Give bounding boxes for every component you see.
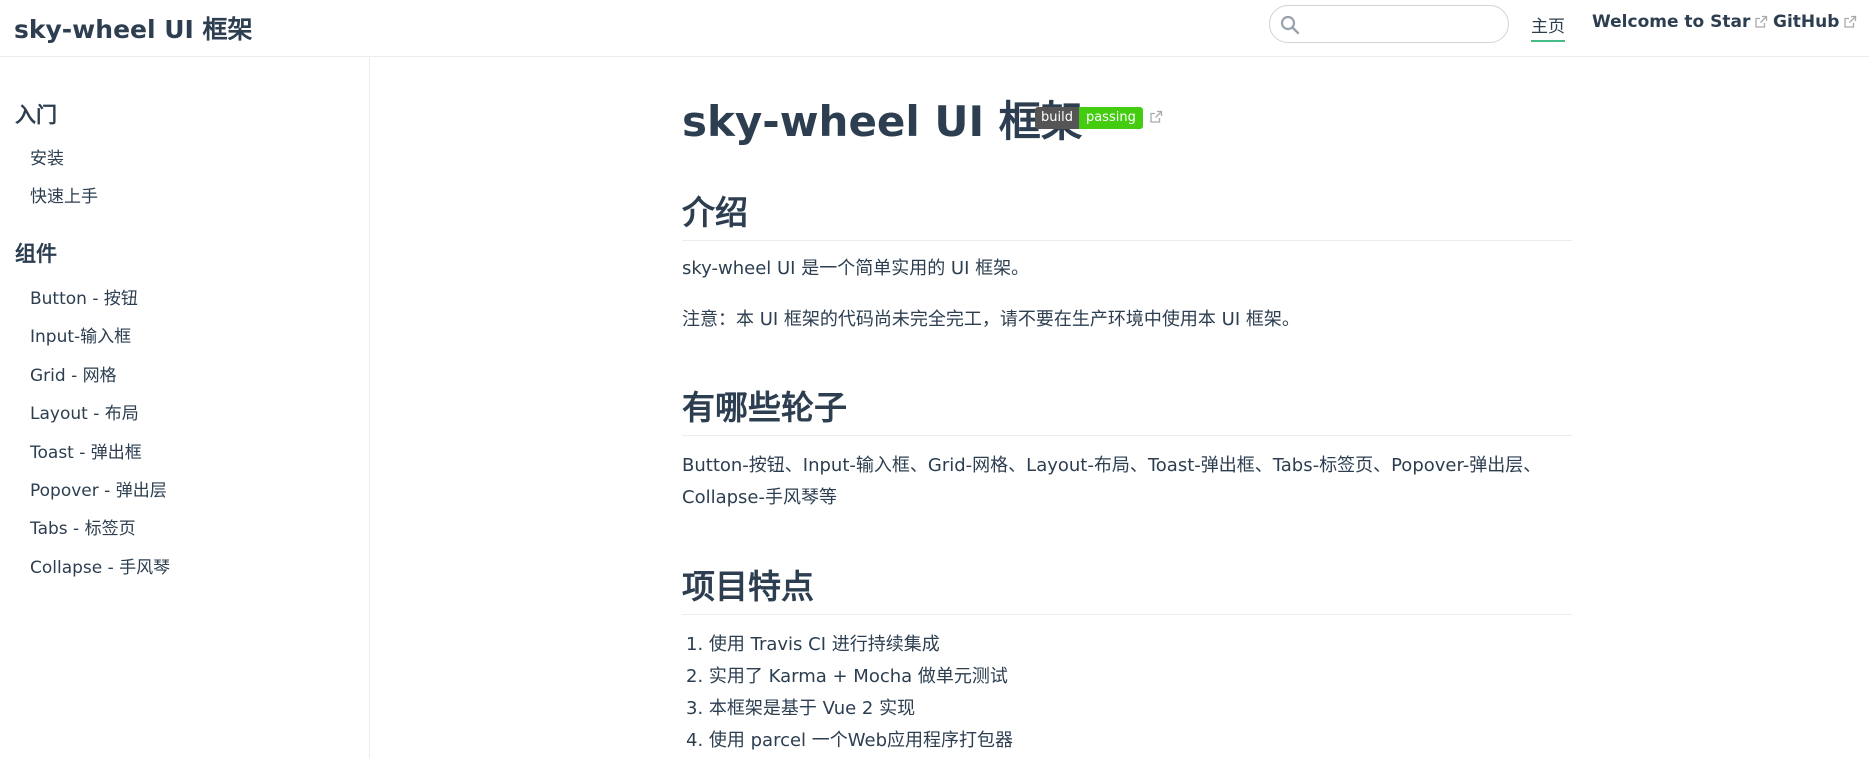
- search-box[interactable]: [1269, 5, 1509, 43]
- sidebar-item-popover[interactable]: Popover - 弹出层: [30, 476, 167, 501]
- sidebar-item-grid[interactable]: Grid - 网格: [30, 361, 117, 386]
- list-item: 3. 本框架是基于 Vue 2 实现: [686, 698, 916, 719]
- list-item: 1. 使用 Travis CI 进行持续集成: [686, 634, 940, 655]
- search-input[interactable]: [1304, 8, 1504, 42]
- sidebar-item-collapse[interactable]: Collapse - 手风琴: [30, 553, 170, 578]
- site-name[interactable]: sky-wheel UI 框架: [14, 10, 253, 46]
- sidebar-item-tabs[interactable]: Tabs - 标签页: [30, 514, 136, 539]
- sidebar-item-toast[interactable]: Toast - 弹出框: [30, 438, 142, 463]
- sidebar-group-getting-started[interactable]: 入门: [15, 99, 57, 129]
- list-item: 4. 使用 parcel 一个Web应用程序打包器: [686, 730, 1014, 751]
- sidebar-item-input[interactable]: Input-输入框: [30, 322, 131, 347]
- wheels-paragraph: Button-按钮、Input-输入框、Grid-网格、Layout-布局、To…: [682, 455, 1542, 508]
- nav-link-welcome-to-star[interactable]: Welcome to Star: [1592, 12, 1768, 32]
- nav-link-home[interactable]: 主页: [1531, 12, 1565, 42]
- sidebar: 入门 安装 快速上手 组件 Button - 按钮 Input-输入框 Grid…: [0, 57, 370, 758]
- badge-status: passing: [1078, 107, 1143, 129]
- sidebar-group-components[interactable]: 组件: [15, 238, 57, 268]
- intro-paragraph: sky-wheel UI 是一个简单实用的 UI 框架。: [682, 258, 1030, 279]
- search-icon: [1280, 15, 1300, 35]
- navbar: sky-wheel UI 框架 主页 Welcome to Star GitHu…: [0, 0, 1869, 57]
- section-heading-wheels: 有哪些轮子: [682, 381, 1572, 436]
- sidebar-item-button[interactable]: Button - 按钮: [30, 284, 138, 309]
- sidebar-item-layout[interactable]: Layout - 布局: [30, 399, 139, 424]
- badge-label: build: [1035, 107, 1079, 129]
- nav-link-label: Welcome to Star: [1592, 12, 1751, 32]
- external-link-icon: [1844, 15, 1857, 28]
- warning-paragraph: 注意：本 UI 框架的代码尚未完全完工，请不要在生产环境中使用本 UI 框架。: [682, 309, 1300, 330]
- external-link-icon: [1755, 15, 1768, 28]
- nav-link-label: GitHub: [1773, 12, 1840, 32]
- nav-link-github[interactable]: GitHub: [1773, 12, 1857, 32]
- section-heading-features: 项目特点: [682, 560, 1572, 615]
- sidebar-item-install[interactable]: 安装: [30, 144, 64, 169]
- page-title: sky-wheel UI 框架: [682, 97, 1083, 146]
- list-item: 2. 实用了 Karma + Mocha 做单元测试: [686, 666, 1008, 687]
- build-status-badge[interactable]: build passing: [1035, 107, 1143, 129]
- external-link-icon: [1150, 110, 1163, 123]
- section-heading-intro: 介绍: [682, 186, 1572, 241]
- sidebar-item-quick-start[interactable]: 快速上手: [30, 182, 98, 207]
